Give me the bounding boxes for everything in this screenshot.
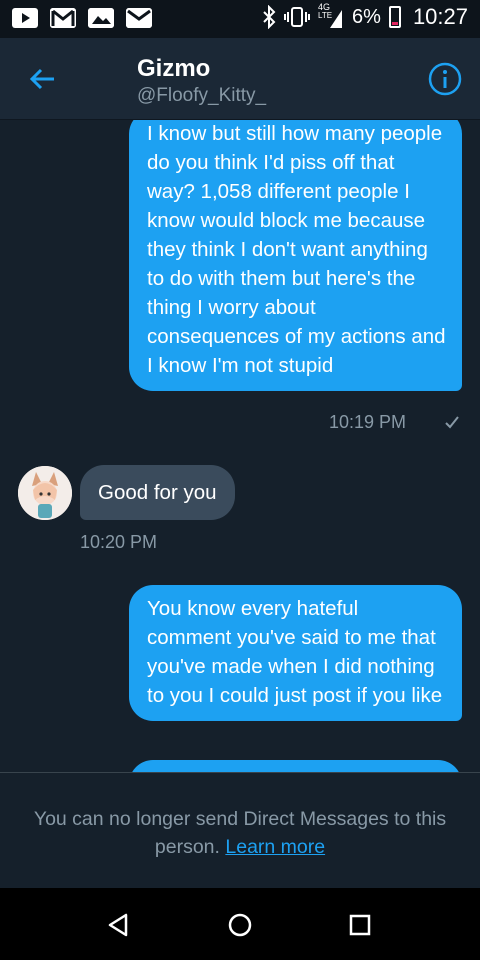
avatar[interactable] <box>18 466 72 520</box>
notice-text: You can no longer send Direct Messages t… <box>30 805 450 861</box>
navigation-bar <box>0 888 480 960</box>
outgoing-message[interactable]: You know every hateful comment you've sa… <box>129 585 462 721</box>
incoming-message[interactable]: Good for you <box>80 465 235 520</box>
gmail-icon <box>50 8 76 28</box>
message-list[interactable]: I know but still how many people do you … <box>0 120 480 772</box>
signal-icon: 4G LTE <box>318 2 344 30</box>
mail-icon <box>126 8 152 28</box>
contact-name[interactable]: Gizmo <box>137 55 210 83</box>
system-icons: 4G LTE 6% 10:27 <box>262 2 468 30</box>
contact-handle[interactable]: @Floofy_Kitty_ <box>137 85 266 107</box>
arrow-left-icon[interactable] <box>28 64 58 94</box>
outgoing-message-partial[interactable] <box>129 760 462 772</box>
message-timestamp: 10:20 PM <box>80 532 158 552</box>
read-check-icon <box>444 414 460 430</box>
battery-icon <box>388 6 401 28</box>
status-bar: 4G LTE 6% 10:27 <box>0 0 480 38</box>
youtube-icon <box>12 8 38 28</box>
info-icon[interactable] <box>428 62 462 96</box>
home-circle-icon[interactable] <box>225 910 255 940</box>
dm-disabled-notice: You can no longer send Direct Messages t… <box>0 772 480 888</box>
outgoing-message[interactable]: I know but still how many people do you … <box>129 120 462 391</box>
battery-percent: 6% <box>352 5 381 28</box>
back-triangle-icon[interactable] <box>104 910 134 940</box>
vibrate-icon <box>284 5 311 29</box>
recents-square-icon[interactable] <box>345 910 375 940</box>
message-timestamp: 10:19 PM <box>328 412 406 432</box>
gallery-icon <box>88 8 114 28</box>
conversation-header: Gizmo @Floofy_Kitty_ <box>0 38 480 120</box>
learn-more-link[interactable]: Learn more <box>225 836 325 858</box>
clock: 10:27 <box>412 4 468 29</box>
notification-icons <box>12 8 152 28</box>
bluetooth-icon <box>262 5 276 29</box>
